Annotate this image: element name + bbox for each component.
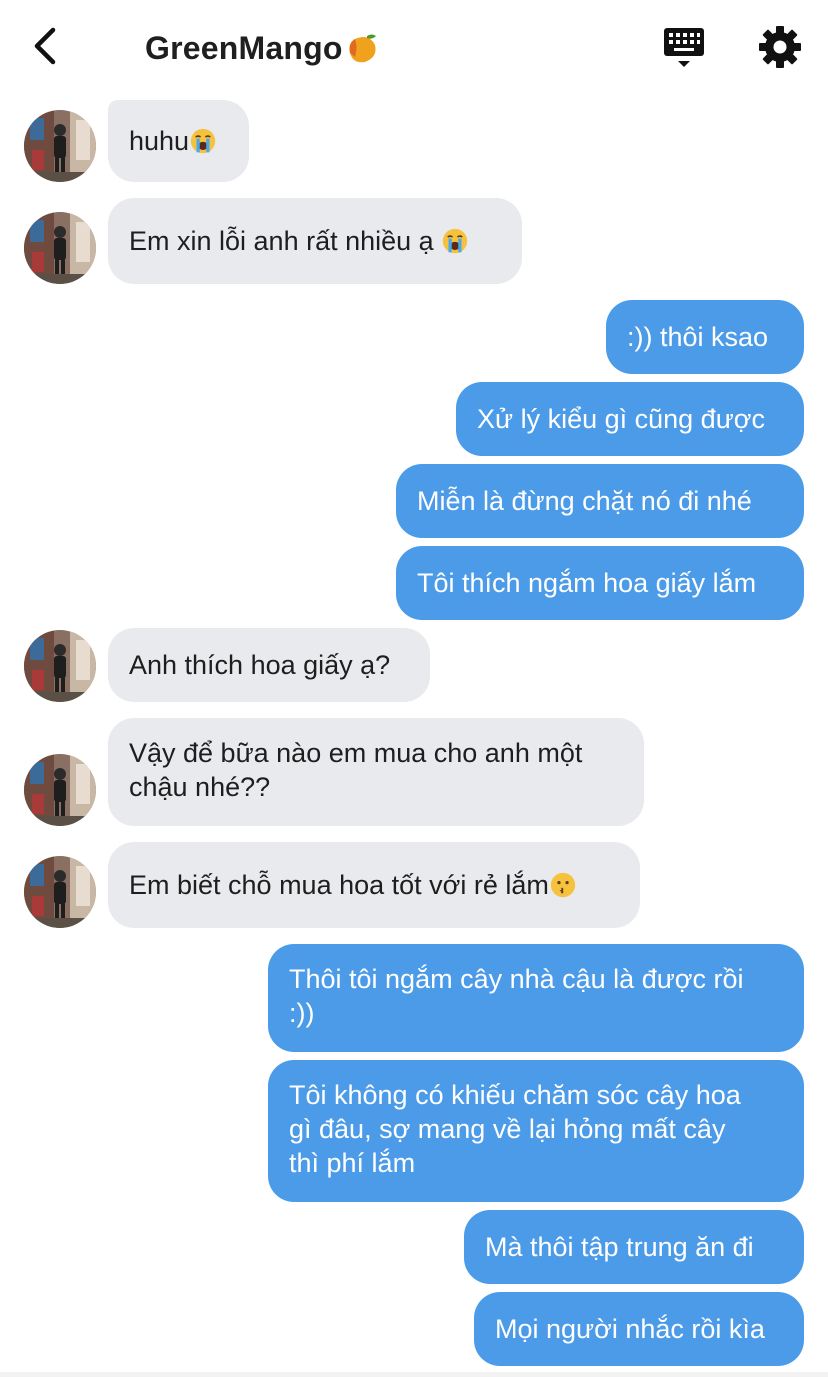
message-text: Tôi không có khiếu chăm sóc cây hoa gì đ… [289, 1078, 741, 1180]
message-text: Em biết chỗ mua hoa tốt với rẻ lắm [129, 870, 549, 900]
loudly-crying-face-icon [442, 228, 468, 254]
message-text: Mà thôi tập trung ăn đi [485, 1232, 754, 1262]
message-bubble-outgoing[interactable]: Miễn là đừng chặt nó đi nhé [396, 464, 804, 538]
message-text: Vậy để bữa nào em mua cho anh một chậu n… [129, 736, 582, 804]
message-text: Tôi thích ngắm hoa giấy lắm [417, 568, 757, 598]
message-text: Anh thích hoa giấy ạ? [129, 650, 391, 680]
message-line: Tôi không có khiếu chăm sóc cây hoa [289, 1080, 741, 1110]
loudly-crying-face-icon [190, 128, 216, 154]
message-text: Xử lý kiểu gì cũng được [477, 404, 765, 434]
message-text: huhu [129, 126, 190, 156]
message-line: gì đâu, sợ mang về lại hỏng mất cây [289, 1114, 726, 1144]
message-line: Vậy để bữa nào em mua cho anh một [129, 738, 583, 768]
message-text: :)) thôi ksao [627, 322, 769, 352]
back-button[interactable] [24, 22, 68, 70]
message-bubble-outgoing[interactable]: Tôi thích ngắm hoa giấy lắm [396, 546, 804, 620]
message-bubble-incoming[interactable]: Em biết chỗ mua hoa tốt với rẻ lắm [108, 842, 640, 928]
contact-avatar[interactable] [24, 856, 96, 928]
message-bubble-outgoing[interactable]: Mà thôi tập trung ăn đi [464, 1210, 804, 1284]
chat-screen: { "header": { "title": "GreenMango", "ba… [0, 0, 828, 1377]
contact-avatar[interactable] [24, 212, 96, 284]
message-bubble-incoming[interactable]: Vậy để bữa nào em mua cho anh một chậu n… [108, 718, 644, 826]
message-text: Miễn là đừng chặt nó đi nhé [417, 486, 752, 516]
message-bubble-incoming[interactable]: Em xin lỗi anh rất nhiều ạ [108, 198, 522, 284]
message-text: Thôi tôi ngắm cây nhà cậu là được rồi :)… [289, 962, 744, 1030]
message-line: Thôi tôi ngắm cây nhà cậu là được rồi [289, 964, 744, 994]
contact-avatar[interactable] [24, 630, 96, 702]
contact-name: GreenMango [145, 29, 343, 66]
chat-header: GreenMango [0, 0, 828, 95]
conversation-title[interactable]: GreenMango [145, 28, 379, 68]
message-bubble-outgoing[interactable]: :)) thôi ksao [606, 300, 804, 374]
message-bubble-outgoing[interactable]: Mọi người nhắc rồi kìa [474, 1292, 804, 1366]
chevron-left-icon [34, 27, 56, 65]
message-bubble-outgoing[interactable]: Tôi không có khiếu chăm sóc cây hoa gì đ… [268, 1060, 804, 1202]
message-line: thì phí lắm [289, 1148, 416, 1178]
bottom-divider [0, 1372, 828, 1377]
contact-avatar[interactable] [24, 110, 96, 182]
settings-button[interactable] [757, 24, 803, 70]
kissing-face-icon [550, 872, 576, 898]
message-bubble-incoming[interactable]: huhu [108, 100, 249, 182]
message-text: Mọi người nhắc rồi kìa [495, 1314, 765, 1344]
gear-icon [759, 26, 801, 68]
message-bubble-outgoing[interactable]: Xử lý kiểu gì cũng được [456, 382, 804, 456]
message-bubble-incoming[interactable]: Anh thích hoa giấy ạ? [108, 628, 430, 702]
keyboard-icon [664, 28, 704, 67]
mango-icon [349, 34, 376, 63]
message-line: :)) [289, 998, 315, 1028]
message-line: chậu nhé?? [129, 772, 271, 802]
message-text: Em xin lỗi anh rất nhiều ạ [129, 226, 442, 256]
contact-avatar[interactable] [24, 754, 96, 826]
keyboard-button[interactable] [660, 24, 708, 70]
message-bubble-outgoing[interactable]: Thôi tôi ngắm cây nhà cậu là được rồi :)… [268, 944, 804, 1052]
